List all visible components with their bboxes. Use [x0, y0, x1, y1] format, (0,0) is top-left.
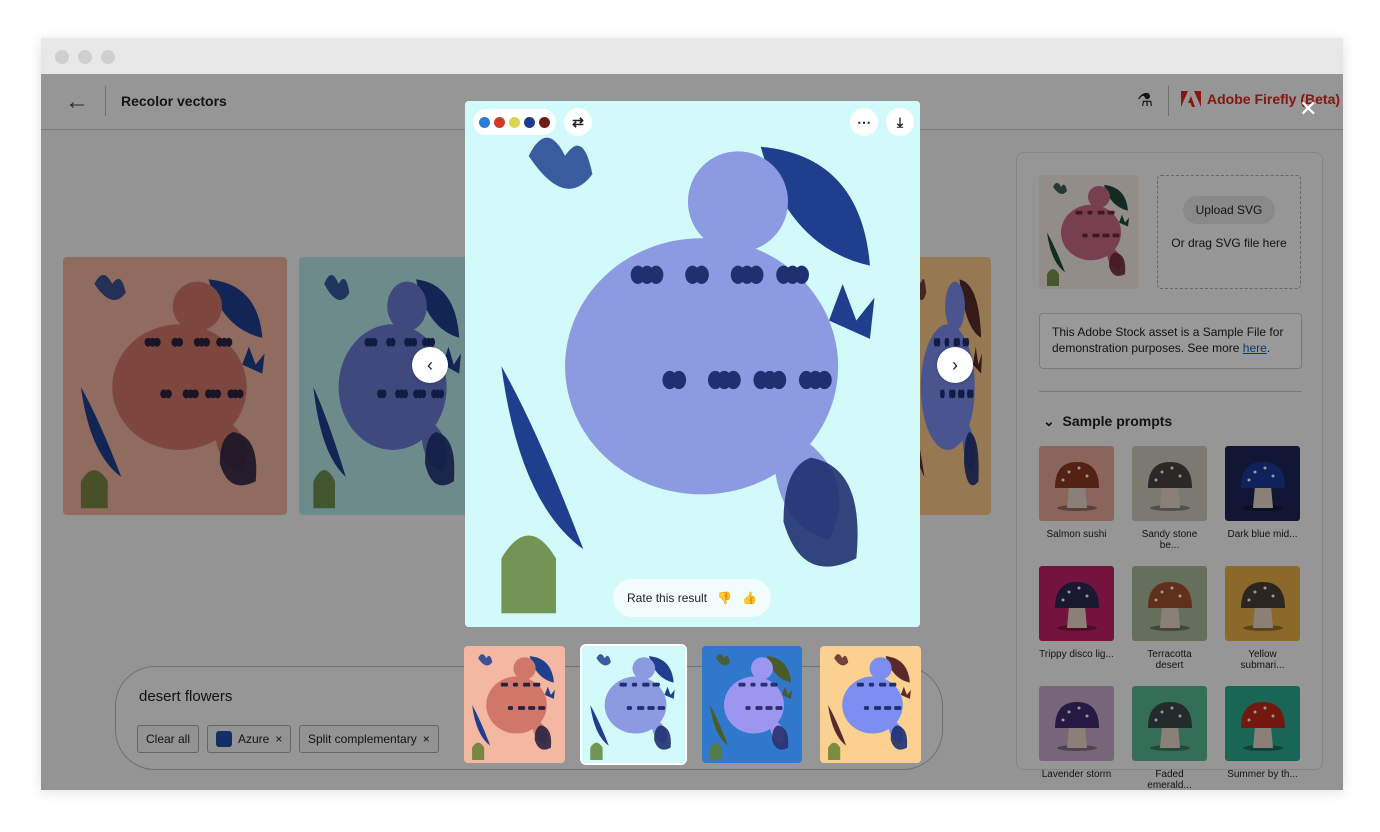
cat-illustration — [582, 646, 685, 763]
palette-swatch[interactable] — [479, 116, 490, 128]
rate-label: Rate this result — [627, 591, 708, 605]
palette-swatch[interactable] — [524, 116, 535, 128]
download-icon[interactable]: ⤓ — [886, 108, 914, 136]
cat-illustration — [465, 101, 920, 627]
rating-pill: Rate this result 👎 👍 — [613, 579, 771, 617]
variation-thumbnail[interactable] — [464, 646, 565, 763]
thumbs-down-icon[interactable]: 👎 — [717, 591, 732, 605]
thumbs-up-icon[interactable]: 👍 — [742, 591, 757, 605]
close-icon[interactable]: ✕ — [1299, 96, 1317, 122]
color-palette[interactable] — [473, 109, 556, 135]
variation-thumbnail[interactable] — [702, 646, 802, 763]
palette-swatch[interactable] — [494, 116, 505, 128]
title-bar — [41, 38, 1343, 74]
variation-thumbnail-selected[interactable] — [580, 644, 687, 765]
result-preview: ⇄ ⋯ ⤓ Rate this result 👎 👍 — [465, 101, 920, 627]
window-minimize-dot[interactable] — [78, 50, 92, 64]
window-close-dot[interactable] — [55, 50, 69, 64]
cat-illustration — [702, 646, 802, 763]
shuffle-icon[interactable]: ⇄ — [564, 108, 592, 136]
browser-window: ← Recolor vectors ⚗ Adobe Firefly (Beta) — [41, 38, 1343, 790]
next-arrow-icon[interactable]: › — [937, 347, 973, 383]
previous-arrow-icon[interactable]: ‹ — [412, 347, 448, 383]
window-zoom-dot[interactable] — [101, 50, 115, 64]
palette-swatch[interactable] — [539, 116, 550, 128]
variation-thumbnail[interactable] — [820, 646, 921, 763]
cat-illustration — [820, 646, 921, 763]
more-options-icon[interactable]: ⋯ — [850, 108, 878, 136]
palette-swatch[interactable] — [509, 116, 520, 128]
cat-illustration — [464, 646, 565, 763]
